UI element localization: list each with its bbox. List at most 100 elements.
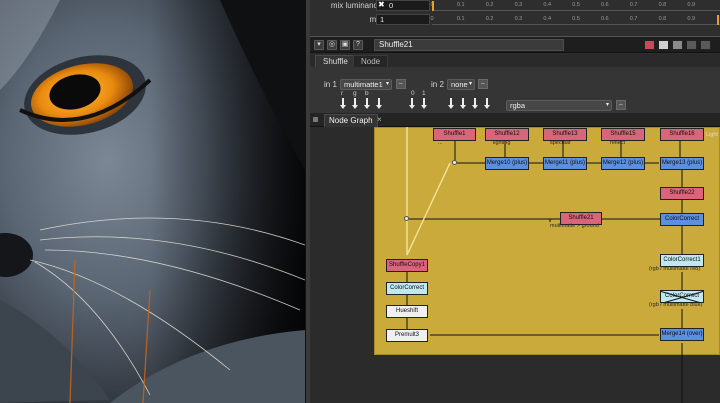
in2-swap-button[interactable]: ⇔ <box>478 79 488 89</box>
channel-arrow-icon[interactable] <box>484 98 490 110</box>
tick-label: 0.3 <box>514 2 523 8</box>
node-color-swatch[interactable] <box>644 40 655 50</box>
in1-swap-button[interactable]: ⇔ <box>396 79 406 89</box>
mix-field[interactable]: 1 <box>376 14 430 25</box>
node-premult3[interactable]: Premult3 <box>386 329 428 342</box>
tick-label: 0.4 <box>543 16 552 22</box>
viewer-icon[interactable]: ▣ <box>340 40 350 50</box>
node-label: Shuffle12 <box>494 131 520 137</box>
mix-luminance-toggle-icon[interactable]: ✖ <box>378 0 385 9</box>
channel-arrow-icon[interactable] <box>421 98 427 110</box>
properties-and-graph: mix luminance 0 ✖ 0 0.1 0.2 0.3 0.4 0.5 … <box>310 0 720 403</box>
chevron-down-icon: ▾ <box>468 81 472 87</box>
node-sublabel: ... <box>438 140 443 146</box>
tick-label: 0.8 <box>658 2 667 8</box>
node-merge13[interactable]: Merge13 (plus) <box>660 157 704 170</box>
node-colorcorrect-left[interactable]: ColorCorrect <box>386 282 428 295</box>
shuffle-properties: in 1 multimatte1 ▾ ⇔ in 2 none ▾ ⇔ r g b 0… <box>310 67 720 113</box>
tick-label: 0.1 <box>456 16 465 22</box>
node-label: Shuffle16 <box>669 131 695 137</box>
node-label: Shuffle1 <box>443 131 466 137</box>
node-shufflecopy1[interactable]: ShuffleCopy1 <box>386 259 428 272</box>
channel-arrow-icon[interactable] <box>364 98 370 110</box>
node-colorcorrect1-sublabel: (rgb / multimatte red) <box>649 266 701 272</box>
slider-ticks: 0 0.1 0.2 0.3 0.4 0.5 0.6 0.7 0.8 0.9 <box>430 2 720 11</box>
tick-label: 0.3 <box>514 16 523 22</box>
channel-letter-0: 0 <box>411 90 415 97</box>
node-hueshift[interactable]: Hueshift <box>386 305 428 318</box>
in1-dropdown[interactable]: multimatte1 ▾ <box>340 79 392 90</box>
close-tab-icon[interactable]: × <box>377 115 382 124</box>
node-shuffle22[interactable]: Shuffle22 <box>660 187 704 200</box>
in2-value: none <box>451 80 468 89</box>
graph-dot[interactable] <box>404 216 409 221</box>
mix-slider[interactable]: 0 0.1 0.2 0.3 0.4 0.5 0.6 0.7 0.8 0.9 <box>430 15 720 25</box>
tab-node-graph[interactable]: Node Graph <box>324 114 378 127</box>
pane-menu-icon[interactable] <box>313 117 318 122</box>
settings-icon[interactable]: ◎ <box>327 40 337 50</box>
output-dropdown[interactable]: rgba ▾ <box>506 100 612 111</box>
tick-label: 0.6 <box>600 2 609 8</box>
node-colorcorrect-disabled-sublabel: (rgb / multimatte blue) <box>649 302 703 308</box>
slider-ticks: 0 0.1 0.2 0.3 0.4 0.5 0.6 0.7 0.8 0.9 <box>430 16 720 25</box>
channel-arrow-icon[interactable] <box>460 98 466 110</box>
channel-arrow-icon[interactable] <box>340 98 346 110</box>
graph-dot[interactable] <box>452 160 457 165</box>
tick-label: 0.2 <box>485 16 494 22</box>
tick-label: 0.2 <box>485 2 494 8</box>
node-shuffle16[interactable]: Shuffle16 <box>660 128 704 141</box>
in1-value: multimatte1 <box>344 80 383 89</box>
in2-label: in 2 <box>431 80 444 89</box>
tick-label: 0.7 <box>629 2 638 8</box>
channel-arrow-icon[interactable] <box>472 98 478 110</box>
node-merge12[interactable]: Merge12 (plus) <box>601 157 645 170</box>
float-panel-icon[interactable] <box>686 40 697 50</box>
node-label: Shuffle15 <box>610 131 636 137</box>
tick-label: 0.5 <box>572 16 580 22</box>
graph-tab-bar: Node Graph × <box>310 113 720 127</box>
tick-label: 0.5 <box>572 2 580 8</box>
tick-label: 0.6 <box>600 16 609 22</box>
channel-arrow-icon[interactable] <box>409 98 415 110</box>
mix-luminance-label: mix luminance <box>330 1 382 10</box>
undo-icon[interactable] <box>658 40 669 50</box>
mix-row: mix 1 0 0.1 0.2 0.3 0.4 0.5 0.6 0.7 0.8 … <box>310 14 720 27</box>
node-sublabel: reflect <box>610 140 625 146</box>
tick-label: 0.8 <box>658 16 667 22</box>
node-shuffle21-sublabel: multimatte > ground <box>550 223 599 229</box>
node-merge10[interactable]: Merge10 (plus) <box>485 157 529 170</box>
help-icon[interactable]: ? <box>353 40 363 50</box>
close-panel-icon[interactable] <box>700 40 711 50</box>
output-swap-button[interactable]: ⇔ <box>616 100 626 110</box>
channel-arrow-icon[interactable] <box>448 98 454 110</box>
chevron-down-icon: ▾ <box>385 81 389 87</box>
in1-label: in 1 <box>324 80 337 89</box>
tab-node[interactable]: Node <box>353 55 389 67</box>
tick-label: 0 <box>430 16 434 22</box>
channel-letter-r: r <box>341 90 344 97</box>
redo-icon[interactable] <box>672 40 683 50</box>
node-colorcorrect-right[interactable]: ColorCorrect <box>660 213 704 226</box>
channel-letter-b: b <box>365 90 369 97</box>
in2-dropdown[interactable]: none ▾ <box>447 79 475 90</box>
slider-handle[interactable] <box>717 15 720 25</box>
tab-shuffle[interactable]: Shuffle <box>315 55 356 67</box>
channel-letter-1: 1 <box>422 90 426 97</box>
slider-handle[interactable] <box>432 1 434 11</box>
property-tabs: Shuffle Node <box>310 54 720 67</box>
node-name-field[interactable]: Shuffle21 <box>374 39 564 51</box>
channel-arrow-icon[interactable] <box>352 98 358 110</box>
mix-luminance-slider[interactable]: 0 0.1 0.2 0.3 0.4 0.5 0.6 0.7 0.8 0.9 <box>430 1 720 11</box>
mix-luminance-value: 0 <box>389 1 394 10</box>
node-graph[interactable]: Shuffle1 Shuffle12 Shuffle13 Shuffle15 S… <box>310 127 720 403</box>
node-light-label: Light <box>706 132 718 138</box>
node-merge11[interactable]: Merge11 (plus) <box>543 157 587 170</box>
node-merge14[interactable]: Merge14 (over) <box>660 328 704 341</box>
node-sublabel: specular <box>550 140 571 146</box>
channel-arrow-icon[interactable] <box>376 98 382 110</box>
cat-image <box>0 0 305 403</box>
chevron-down-icon: ▾ <box>605 102 609 108</box>
mix-luminance-row: mix luminance 0 ✖ 0 0.1 0.2 0.3 0.4 0.5 … <box>310 0 720 13</box>
tick-label: 0.9 <box>687 2 696 8</box>
collapse-icon[interactable]: ▾ <box>314 40 324 50</box>
